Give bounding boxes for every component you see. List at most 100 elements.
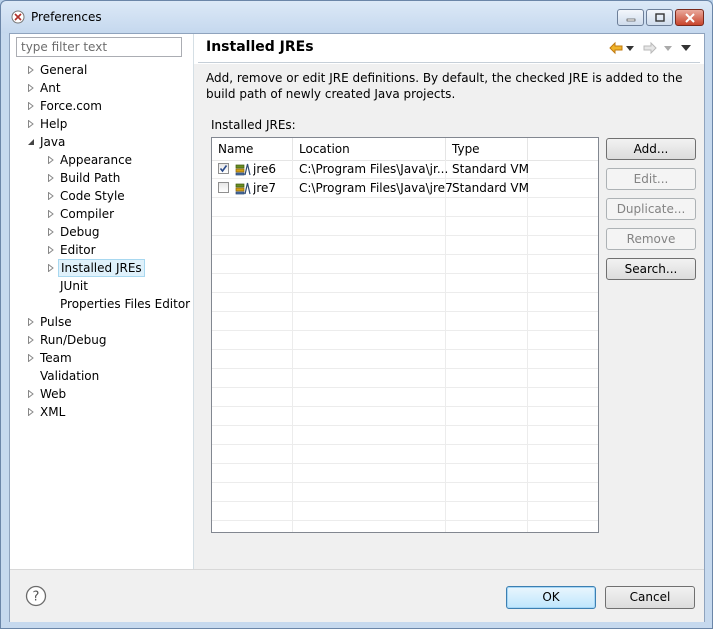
page-content: Add, remove or edit JRE definitions. By … — [194, 64, 704, 569]
collapsed-twisty-icon[interactable] — [47, 246, 55, 254]
cell-location: C:\Program Files\Java\jre7 — [299, 181, 453, 195]
collapsed-twisty-icon[interactable] — [27, 66, 35, 74]
expanded-twisty-icon[interactable] — [27, 138, 35, 146]
window-title: Preferences — [31, 10, 102, 24]
edit-button[interactable]: Edit... — [606, 168, 696, 190]
collapsed-twisty-icon[interactable] — [27, 84, 35, 92]
collapsed-twisty-icon[interactable] — [47, 192, 55, 200]
duplicate-button-label: Duplicate... — [616, 202, 686, 216]
tree-item-installed-jres[interactable]: Installed JREs — [58, 259, 145, 277]
cancel-button[interactable]: Cancel — [605, 586, 695, 609]
jre-table[interactable]: Name Location Type jre6 C:\Program Files\… — [211, 137, 599, 533]
tree-item-pulse[interactable]: Pulse — [40, 313, 72, 331]
table-row — [212, 369, 598, 388]
ok-button[interactable]: OK — [506, 586, 596, 609]
cancel-button-label: Cancel — [629, 590, 671, 604]
table-row — [212, 217, 598, 236]
collapsed-twisty-icon[interactable] — [27, 120, 35, 128]
duplicate-button[interactable]: Duplicate... — [606, 198, 696, 220]
collapsed-twisty-icon[interactable] — [27, 336, 35, 344]
table-row — [212, 502, 598, 521]
preference-page: Installed JREs Add, remove or edit JRE d… — [194, 34, 704, 569]
tree-item-general[interactable]: General — [40, 61, 87, 79]
cell-type: Standard VM — [452, 162, 529, 176]
tree-item-build-path[interactable]: Build Path — [60, 169, 120, 187]
tree-item-appearance[interactable]: Appearance — [60, 151, 132, 169]
view-menu-icon[interactable] — [681, 45, 691, 51]
tree-item-compiler[interactable]: Compiler — [60, 205, 114, 223]
header-separator — [198, 62, 700, 63]
tree-item-java[interactable]: Java — [40, 133, 65, 151]
collapsed-twisty-icon[interactable] — [27, 354, 35, 362]
collapsed-twisty-icon[interactable] — [47, 156, 55, 164]
jre-checkbox[interactable] — [218, 163, 229, 174]
collapsed-twisty-icon[interactable] — [47, 264, 55, 272]
column-header-location[interactable]: Location — [293, 138, 446, 160]
close-button[interactable] — [675, 9, 704, 26]
minimize-icon — [626, 18, 635, 21]
jre-library-icon — [235, 162, 251, 176]
search-button[interactable]: Search... — [606, 258, 696, 280]
title-bar[interactable]: Preferences — [1, 1, 712, 33]
table-row — [212, 331, 598, 350]
ok-button-label: OK — [542, 590, 560, 604]
jre-checkbox[interactable] — [218, 182, 229, 193]
eclipse-app-icon — [11, 10, 25, 24]
table-row — [212, 198, 598, 217]
dialog-footer: ? OK Cancel — [10, 569, 704, 622]
collapsed-twisty-icon[interactable] — [27, 102, 35, 110]
table-row — [212, 236, 598, 255]
tree-item-debug[interactable]: Debug — [60, 223, 99, 241]
forward-dropdown-icon — [664, 46, 672, 51]
table-row — [212, 426, 598, 445]
tree-item-help[interactable]: Help — [40, 115, 67, 133]
cell-location: C:\Program Files\Java\jr... — [299, 162, 449, 176]
table-row — [212, 464, 598, 483]
tree-item-run-debug[interactable]: Run/Debug — [40, 331, 107, 349]
table-row — [212, 445, 598, 464]
tree-item-properties-files-editor[interactable]: Properties Files Editor — [60, 295, 190, 313]
minimize-button[interactable] — [617, 9, 644, 26]
collapsed-twisty-icon[interactable] — [47, 174, 55, 182]
table-row — [212, 483, 598, 502]
svg-text:?: ? — [33, 590, 40, 605]
tree-item-validation[interactable]: Validation — [40, 367, 99, 385]
tree-item-web[interactable]: Web — [40, 385, 66, 403]
forward-arrow-icon — [643, 41, 657, 55]
collapsed-twisty-icon[interactable] — [27, 318, 35, 326]
remove-button-label: Remove — [626, 232, 676, 246]
table-row[interactable]: jre6 C:\Program Files\Java\jr... Standard … — [212, 160, 598, 179]
back-dropdown-icon[interactable] — [626, 46, 634, 51]
tree-item-code-style[interactable]: Code Style — [60, 187, 125, 205]
tree-item-editor[interactable]: Editor — [60, 241, 96, 259]
collapsed-twisty-icon[interactable] — [47, 228, 55, 236]
jre-library-icon — [235, 181, 251, 195]
dialog-client-area: type filter text General Ant Force.com Help… — [9, 33, 705, 622]
search-button-label: Search... — [624, 262, 678, 276]
preference-tree-panel: type filter text General Ant Force.com Help… — [10, 34, 194, 569]
collapsed-twisty-icon[interactable] — [27, 390, 35, 398]
preferences-window: Preferences type filter text General Ant F… — [0, 0, 713, 629]
installed-jres-label: Installed JREs: — [211, 118, 296, 132]
table-row — [212, 293, 598, 312]
table-row[interactable]: jre7 C:\Program Files\Java\jre7 Standard V… — [212, 179, 598, 198]
help-icon[interactable]: ? — [25, 585, 47, 607]
tree-item-ant[interactable]: Ant — [40, 79, 61, 97]
collapsed-twisty-icon[interactable] — [47, 210, 55, 218]
maximize-button[interactable] — [646, 9, 673, 26]
column-header-type[interactable]: Type — [446, 138, 528, 160]
filter-input[interactable]: type filter text — [16, 37, 182, 57]
remove-button[interactable]: Remove — [606, 228, 696, 250]
table-row — [212, 388, 598, 407]
back-arrow-icon[interactable] — [609, 41, 623, 55]
tree-item-junit[interactable]: JUnit — [60, 277, 88, 295]
page-title: Installed JREs — [206, 39, 314, 55]
table-row — [212, 274, 598, 293]
collapsed-twisty-icon[interactable] — [27, 408, 35, 416]
column-header-name[interactable]: Name — [212, 138, 293, 160]
tree-item-xml[interactable]: XML — [40, 403, 65, 421]
tree-item-team[interactable]: Team — [40, 349, 72, 367]
table-row — [212, 407, 598, 426]
tree-item-force-com[interactable]: Force.com — [40, 97, 102, 115]
add-button[interactable]: Add... — [606, 138, 696, 160]
